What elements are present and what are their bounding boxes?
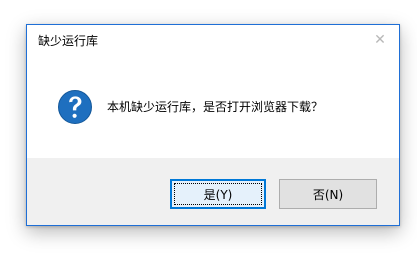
dialog-button-bar: 是(Y) 否(N) [27,158,399,225]
close-button[interactable]: ✕ [371,31,389,49]
no-button-label: 否(N) [312,187,344,202]
dialog-content: 本机缺少运行库，是否打开浏览器下载？ [27,55,399,159]
yes-button[interactable]: 是(Y) [170,179,266,209]
yes-button-label: 是(Y) [203,187,233,202]
dialog-message: 本机缺少运行库，是否打开浏览器下载？ [107,100,324,114]
page: 缺少运行库 ✕ 本机缺少运行库，是否打开浏览器下载？ 是(Y) 否(N) [0,0,417,273]
dialog-title: 缺少运行库 [38,34,99,48]
no-button[interactable]: 否(N) [279,179,377,209]
question-icon [58,90,92,124]
message-dialog: 缺少运行库 ✕ 本机缺少运行库，是否打开浏览器下载？ 是(Y) 否(N) [26,24,400,226]
title-bar: 缺少运行库 ✕ [27,25,399,55]
